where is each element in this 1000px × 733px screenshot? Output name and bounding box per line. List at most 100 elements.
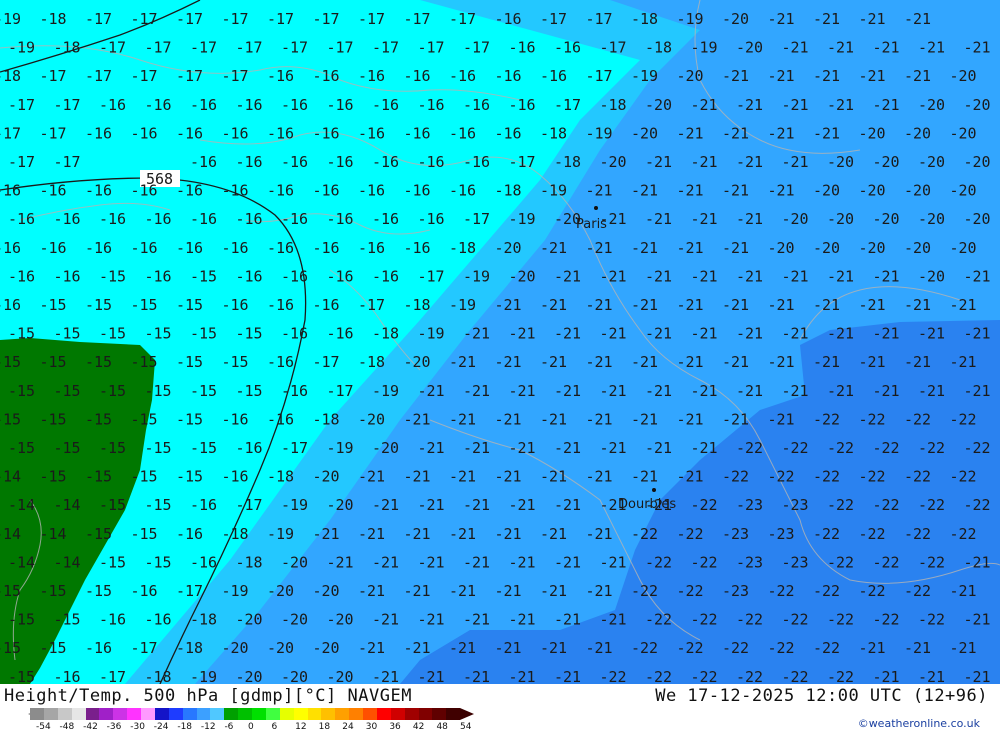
temp-value: -15 bbox=[99, 325, 126, 343]
temp-value: -20 bbox=[964, 96, 991, 114]
temp-value: -15 bbox=[85, 353, 112, 371]
temp-value: -20 bbox=[782, 210, 809, 228]
temp-value: -21 bbox=[722, 124, 749, 142]
temp-value: -21 bbox=[645, 153, 672, 171]
temp-value: -15 bbox=[145, 553, 172, 571]
temp-value: -16 bbox=[540, 67, 567, 85]
colorbar-swatch bbox=[265, 708, 280, 720]
temp-value: -21 bbox=[645, 382, 672, 400]
temp-value: -21 bbox=[736, 382, 763, 400]
temp-value: -15 bbox=[8, 325, 35, 343]
temp-value: -21 bbox=[768, 10, 795, 28]
temp-value: -16 bbox=[145, 210, 172, 228]
temp-value: -16 bbox=[509, 39, 536, 57]
temp-value: -21 bbox=[449, 468, 476, 486]
temp-value: -20 bbox=[904, 239, 931, 257]
temp-value: -16 bbox=[190, 210, 217, 228]
temp-value: -21 bbox=[358, 639, 385, 657]
colorbar-tick-label: 0 bbox=[248, 722, 254, 732]
temp-value: -15 bbox=[131, 410, 158, 428]
temp-value: -17 bbox=[463, 39, 490, 57]
temp-value: -22 bbox=[782, 668, 809, 684]
temp-value: -16 bbox=[40, 239, 67, 257]
temp-value: -21 bbox=[586, 353, 613, 371]
temp-value: -22 bbox=[904, 582, 931, 600]
temp-value: -21 bbox=[873, 267, 900, 285]
temp-value: -18 bbox=[645, 39, 672, 57]
temp-value: -22 bbox=[736, 668, 763, 684]
temp-value: -21 bbox=[509, 439, 536, 457]
temp-value: -17 bbox=[190, 39, 217, 57]
temp-value: -22 bbox=[600, 668, 627, 684]
temp-value: -15 bbox=[8, 439, 35, 457]
temp-value: -14 bbox=[54, 496, 81, 514]
temp-value: -20 bbox=[313, 582, 340, 600]
temp-value: -16 bbox=[313, 296, 340, 314]
colorbar-tick-label: 24 bbox=[342, 722, 354, 732]
temp-value: -21 bbox=[873, 39, 900, 57]
temp-value: -15 bbox=[0, 353, 21, 371]
temp-value: -15 bbox=[85, 582, 112, 600]
temp-value: -21 bbox=[495, 525, 522, 543]
temp-value: -20 bbox=[859, 124, 886, 142]
temp-value: -22 bbox=[722, 639, 749, 657]
temp-value: -16 bbox=[190, 496, 217, 514]
temp-value: -20 bbox=[736, 39, 763, 57]
temp-value: -22 bbox=[631, 639, 658, 657]
temp-value: -20 bbox=[873, 153, 900, 171]
temp-value: -17 bbox=[145, 39, 172, 57]
temp-value: -16 bbox=[131, 582, 158, 600]
temp-value: -18 bbox=[449, 239, 476, 257]
colorbar-swatch bbox=[141, 708, 155, 720]
temp-value: -16 bbox=[85, 124, 112, 142]
temp-value: -16 bbox=[372, 96, 399, 114]
colorbar-tick-label: -36 bbox=[106, 722, 122, 732]
temp-value: -20 bbox=[827, 153, 854, 171]
temp-value: -17 bbox=[131, 639, 158, 657]
temp-value: -16 bbox=[176, 525, 203, 543]
temp-value: -20 bbox=[813, 239, 840, 257]
colorbar-tick-label: -54 bbox=[36, 722, 51, 732]
colorbar-tick-label: 36 bbox=[389, 722, 401, 732]
temp-value: -21 bbox=[358, 582, 385, 600]
temp-value: -21 bbox=[768, 410, 795, 428]
temp-value: -22 bbox=[691, 668, 718, 684]
temp-value: -20 bbox=[950, 124, 977, 142]
temp-value: -20 bbox=[313, 639, 340, 657]
temp-value: -15 bbox=[99, 553, 126, 571]
temp-value: -16 bbox=[358, 124, 385, 142]
temp-value: -21 bbox=[554, 611, 581, 629]
temp-value: -19 bbox=[677, 10, 704, 28]
temp-value: -22 bbox=[904, 468, 931, 486]
temp-value: -15 bbox=[54, 611, 81, 629]
colorbar-tick-label: 42 bbox=[412, 722, 425, 732]
temp-value: -21 bbox=[509, 553, 536, 571]
temp-value: -21 bbox=[768, 182, 795, 200]
temp-value: -19 bbox=[222, 582, 249, 600]
temp-value: -17 bbox=[176, 10, 203, 28]
credit-link[interactable]: ©weatheronline.co.uk bbox=[858, 717, 980, 730]
temp-value: -21 bbox=[554, 553, 581, 571]
temp-value: -20 bbox=[327, 668, 354, 684]
temp-value: -21 bbox=[463, 668, 490, 684]
colorbar-swatch bbox=[279, 708, 294, 720]
temp-value: -19 bbox=[372, 382, 399, 400]
temp-value: -19 bbox=[540, 182, 567, 200]
colorbar-tick-label: -30 bbox=[130, 722, 145, 732]
temp-value: -21 bbox=[964, 39, 991, 57]
temp-value: -16 bbox=[281, 96, 308, 114]
temp-value: -21 bbox=[404, 582, 431, 600]
temp-value: -21 bbox=[418, 496, 445, 514]
temp-value: -19 bbox=[691, 39, 718, 57]
colorbar-swatch bbox=[238, 708, 252, 720]
temp-value: -22 bbox=[827, 439, 854, 457]
temp-value: -22 bbox=[691, 496, 718, 514]
temp-value: -15 bbox=[54, 325, 81, 343]
temp-value: -17 bbox=[509, 153, 536, 171]
colorbar-swatch bbox=[376, 708, 391, 720]
temp-value: -21 bbox=[586, 239, 613, 257]
temp-value: -16 bbox=[85, 182, 112, 200]
temp-value: -19 bbox=[327, 439, 354, 457]
temp-value: -16 bbox=[190, 553, 217, 571]
temp-value: -21 bbox=[950, 296, 977, 314]
